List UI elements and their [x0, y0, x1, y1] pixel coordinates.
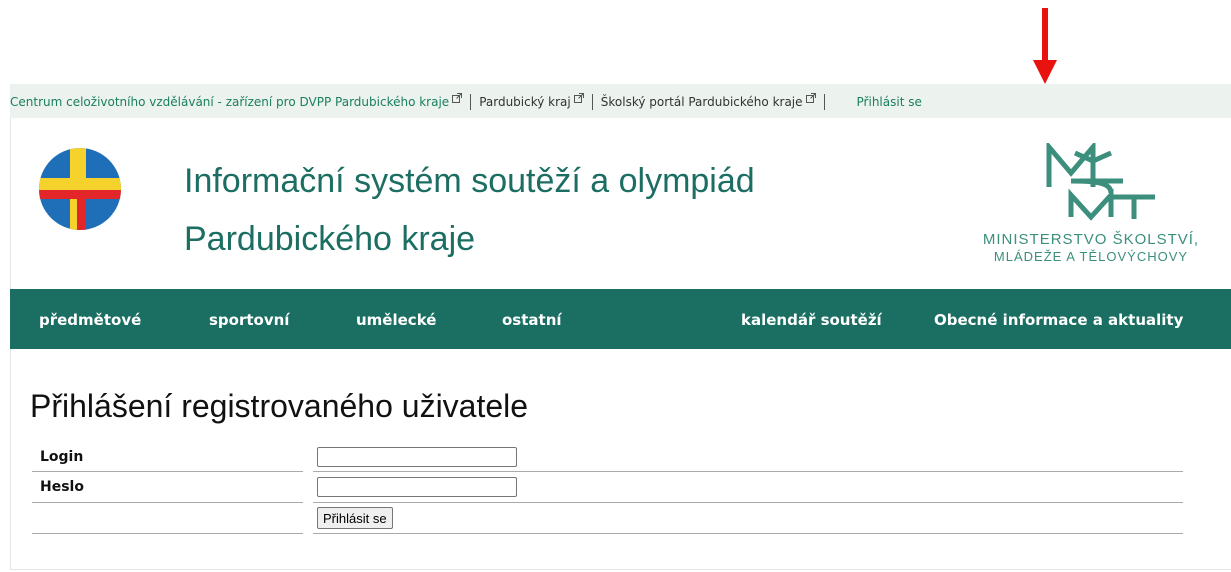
ministry-logo[interactable]: MINISTERSTVO ŠKOLSTVÍ, MLÁDEŽE A TĚLOVÝC… [957, 143, 1222, 273]
nav-item-umelecke[interactable]: umělecké [356, 311, 436, 329]
site-title-line2: Pardubického kraje [184, 220, 476, 258]
external-link-icon [452, 93, 463, 103]
password-input[interactable] [317, 477, 517, 497]
login-submit-button[interactable]: Přihlásit se [317, 507, 393, 529]
login-link[interactable]: Přihlásit se [857, 95, 922, 109]
top-links-bar: Centrum celoživotního vzdělávání - zaříz… [10, 84, 1231, 118]
annotation-arrow-icon [1033, 8, 1057, 84]
main-nav: předmětové sportovní umělecké ostatní ka… [10, 289, 1231, 349]
nav-item-sportovni[interactable]: sportovní [209, 311, 289, 329]
nav-item-obecne-informace[interactable]: Obecné informace a aktuality [934, 311, 1183, 329]
external-link-icon [805, 93, 816, 103]
nav-item-kalendar[interactable]: kalendář soutěží [741, 311, 882, 329]
page-title: Přihlášení registrovaného uživatele [30, 388, 529, 424]
link-skolsky-portal[interactable]: Školský portál Pardubického kraje [601, 95, 803, 109]
external-link-icon [573, 93, 584, 103]
link-ccv[interactable]: Centrum celoživotního vzdělávání - zaříz… [10, 95, 449, 109]
login-label: Login [32, 442, 303, 472]
link-divider [470, 94, 472, 110]
msmt-logo-icon [1046, 143, 1155, 221]
link-divider [823, 94, 825, 110]
site-title: Informační systém soutěží a olympiád Par… [184, 152, 755, 268]
site-header: Informační systém soutěží a olympiád Par… [10, 118, 1231, 288]
region-logo-icon[interactable] [39, 148, 121, 230]
ministry-name-line1: MINISTERSTVO ŠKOLSTVÍ, [982, 231, 1200, 248]
link-divider [591, 94, 593, 110]
ministry-name-line2: MLÁDEŽE A TĚLOVÝCHOVY [993, 249, 1189, 264]
nav-item-ostatni[interactable]: ostatní [502, 311, 562, 329]
password-label: Heslo [32, 471, 303, 503]
nav-item-predmetove[interactable]: předmětové [39, 311, 141, 329]
site-title-line1: Informační systém soutěží a olympiád [184, 162, 755, 200]
login-form: Login Heslo Přihlásit se [32, 442, 1183, 534]
link-pardubicky-kraj[interactable]: Pardubický kraj [479, 95, 571, 109]
login-input[interactable] [317, 446, 517, 467]
